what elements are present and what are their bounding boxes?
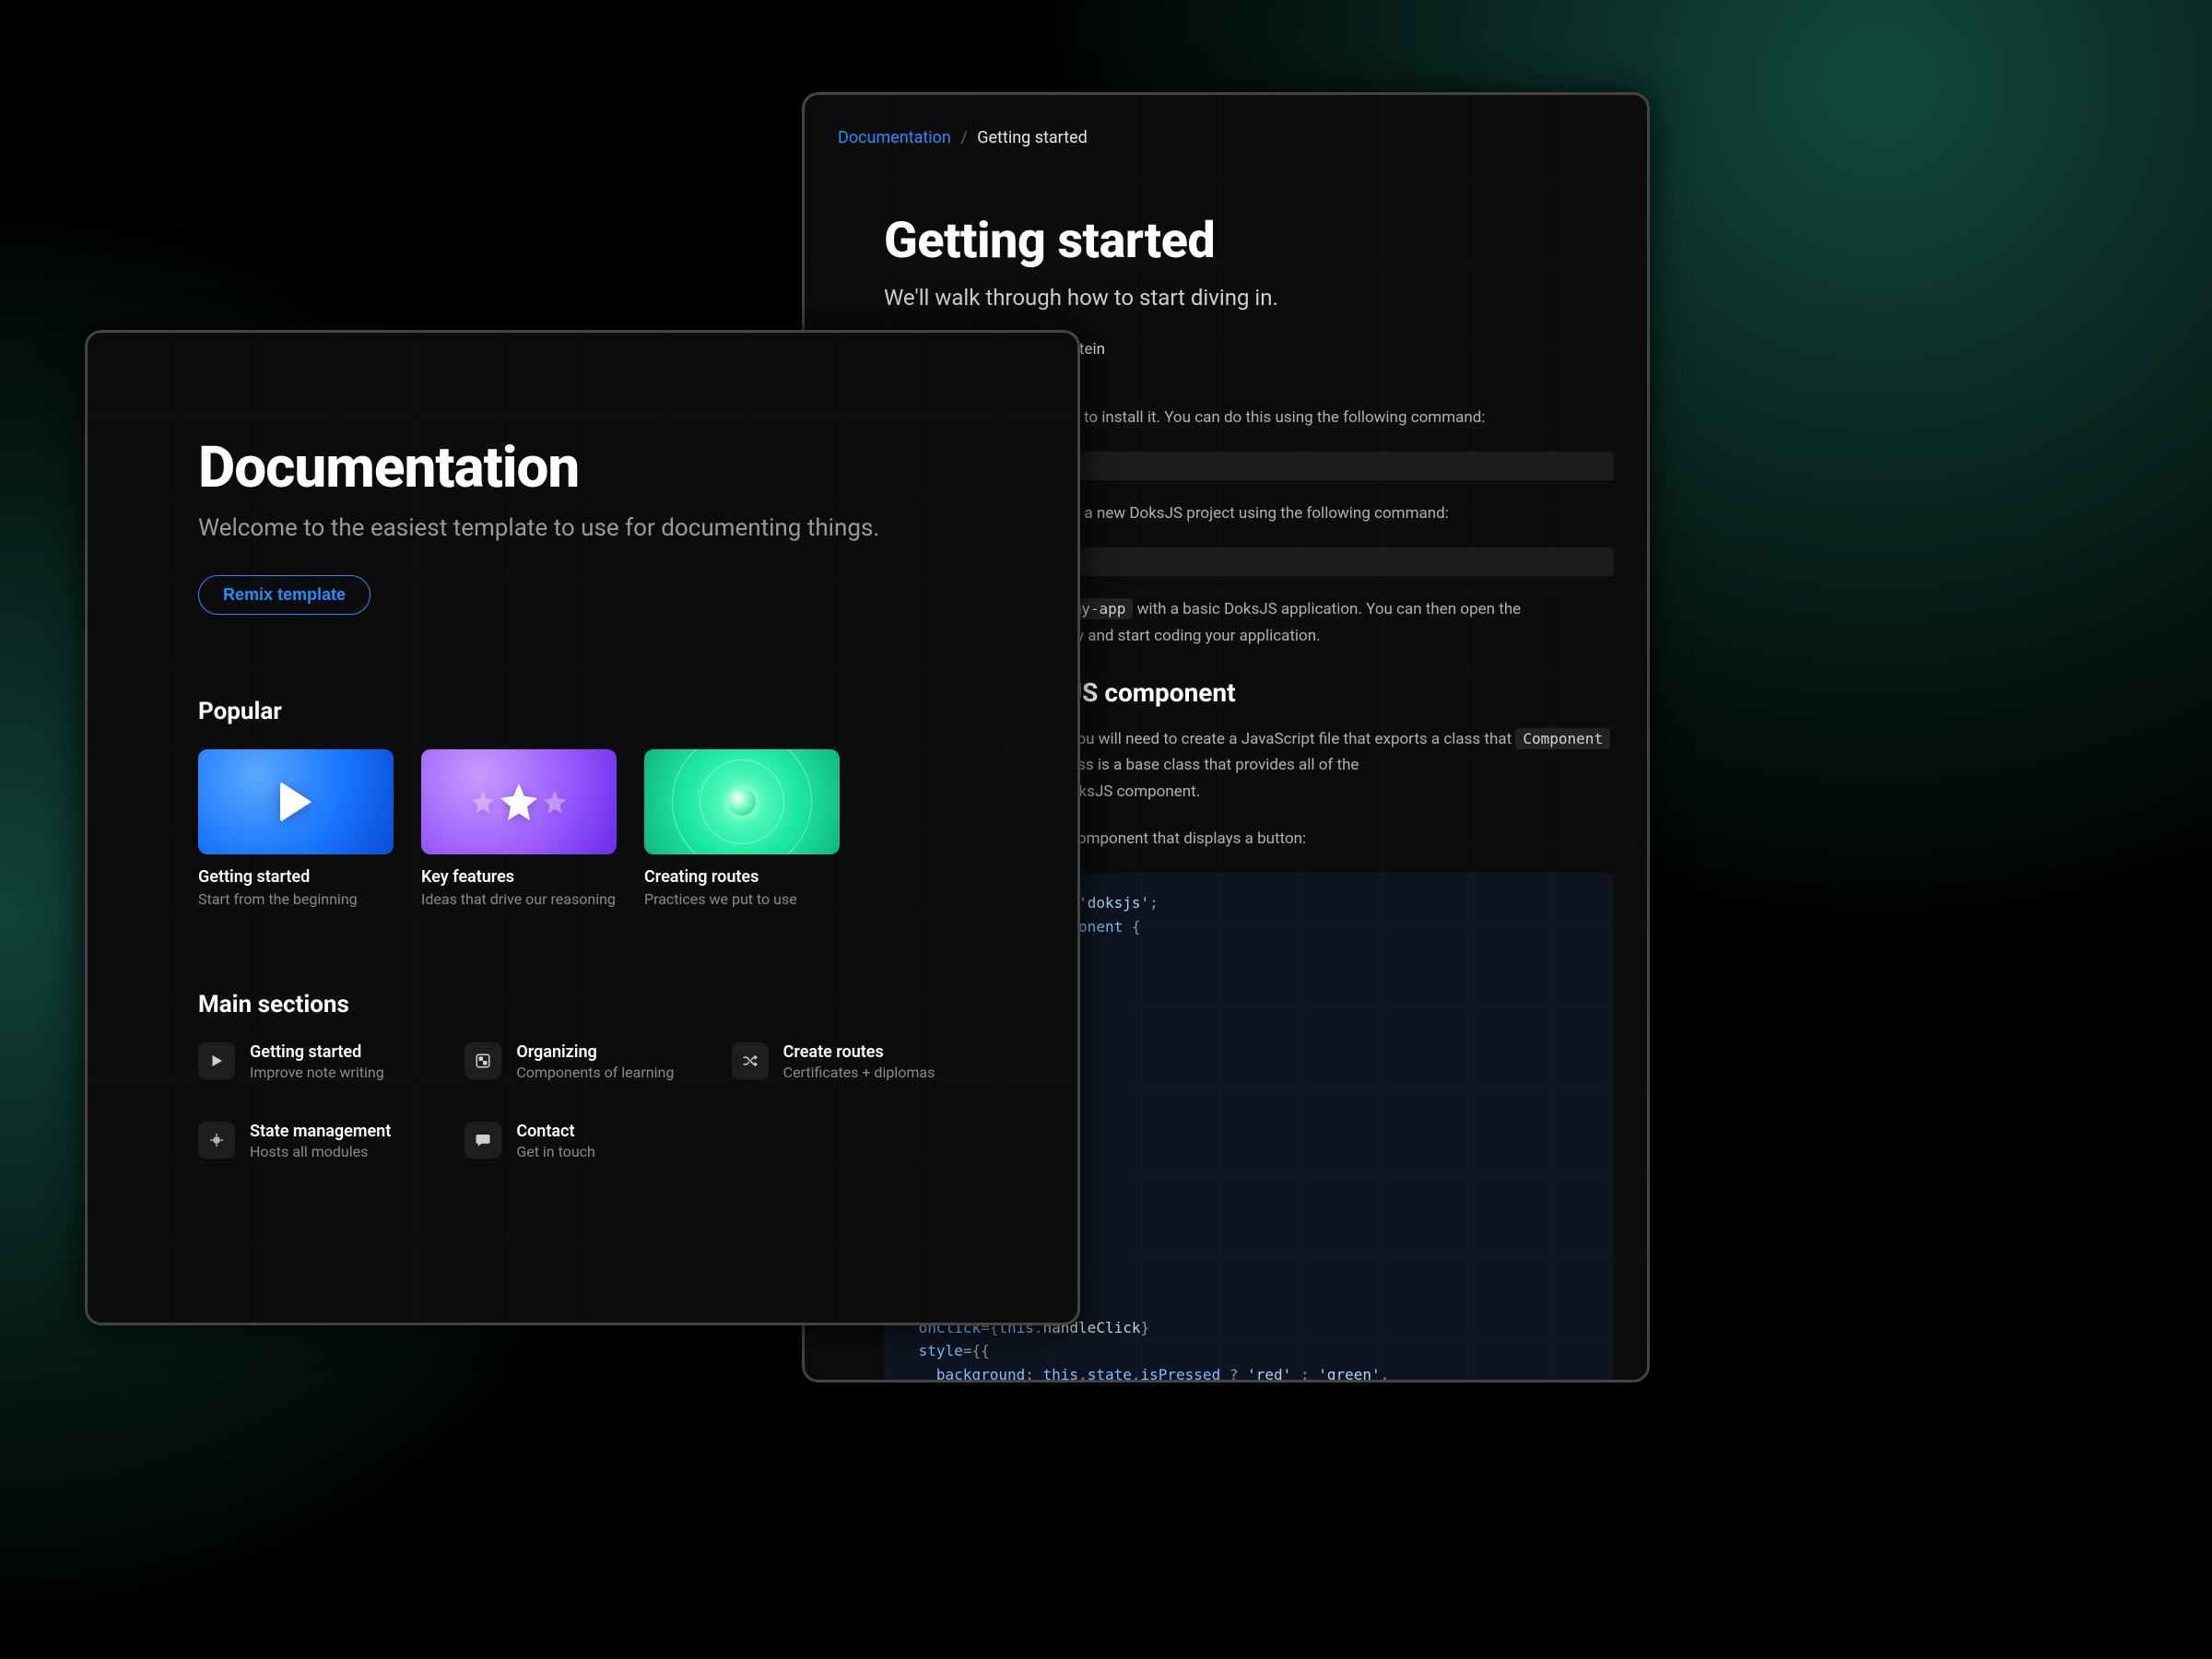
main-sections-grid: Getting started Improve note writing Org… — [198, 1042, 967, 1160]
chat-icon — [465, 1122, 501, 1159]
remix-template-button[interactable]: Remix template — [198, 575, 371, 615]
popular-cards: Getting started Start from the beginning… — [198, 749, 967, 908]
play-icon — [198, 1042, 235, 1079]
card-subtitle: Ideas that drive our reasoning — [421, 890, 617, 908]
popular-heading: Popular — [198, 698, 967, 725]
section-contact[interactable]: Contact Get in touch — [465, 1122, 700, 1160]
section-create-routes[interactable]: Create routes Certificates + diplomas — [732, 1042, 967, 1081]
section-title: State management — [250, 1122, 391, 1141]
section-title: Contact — [516, 1122, 595, 1141]
section-subtitle: Components of learning — [516, 1064, 674, 1081]
section-subtitle: Improve note writing — [250, 1064, 384, 1081]
card-subtitle: Start from the beginning — [198, 890, 394, 908]
card-key-features[interactable]: Key features Ideas that drive our reason… — [421, 749, 617, 908]
breadcrumb: Documentation / Getting started — [838, 128, 1614, 147]
section-subtitle: Hosts all modules — [250, 1143, 391, 1160]
section-title: Getting started — [250, 1042, 384, 1062]
section-subtitle: Certificates + diplomas — [783, 1064, 935, 1081]
shuffle-icon — [732, 1042, 769, 1079]
page-title: Documentation — [198, 434, 967, 501]
docs-landing-window: Documentation Welcome to the easiest tem… — [85, 330, 1080, 1325]
breadcrumb-separator: / — [960, 128, 967, 147]
card-getting-started[interactable]: Getting started Start from the beginning — [198, 749, 394, 908]
play-icon — [198, 749, 394, 854]
breadcrumb-current: Getting started — [977, 128, 1088, 147]
section-subtitle: Get in touch — [516, 1143, 595, 1160]
inline-code: Component — [1515, 728, 1610, 749]
grid-icon — [465, 1042, 501, 1079]
section-getting-started[interactable]: Getting started Improve note writing — [198, 1042, 433, 1081]
card-subtitle: Practices we put to use — [644, 890, 840, 908]
card-creating-routes[interactable]: Creating routes Practices we put to use — [644, 749, 840, 908]
card-title: Creating routes — [644, 867, 840, 887]
section-title: Organizing — [516, 1042, 674, 1062]
target-icon — [198, 1122, 235, 1159]
section-title: Create routes — [783, 1042, 935, 1062]
orb-icon — [644, 749, 840, 854]
section-organizing[interactable]: Organizing Components of learning — [465, 1042, 700, 1081]
article-title: Getting started — [884, 212, 1614, 270]
star-icon — [421, 749, 617, 854]
article-subtitle: We'll walk through how to start diving i… — [884, 285, 1614, 311]
card-title: Getting started — [198, 867, 394, 887]
page-subtitle: Welcome to the easiest template to use f… — [198, 514, 967, 542]
card-title: Key features — [421, 867, 617, 887]
breadcrumb-root-link[interactable]: Documentation — [838, 128, 951, 147]
section-state-management[interactable]: State management Hosts all modules — [198, 1122, 433, 1160]
main-sections-heading: Main sections — [198, 991, 967, 1018]
